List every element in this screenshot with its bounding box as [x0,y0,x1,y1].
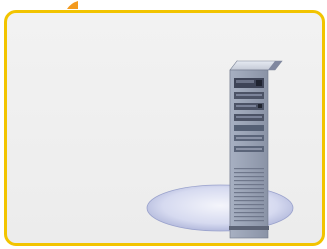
platform-icon [146,184,294,232]
server-illustration [146,60,294,239]
